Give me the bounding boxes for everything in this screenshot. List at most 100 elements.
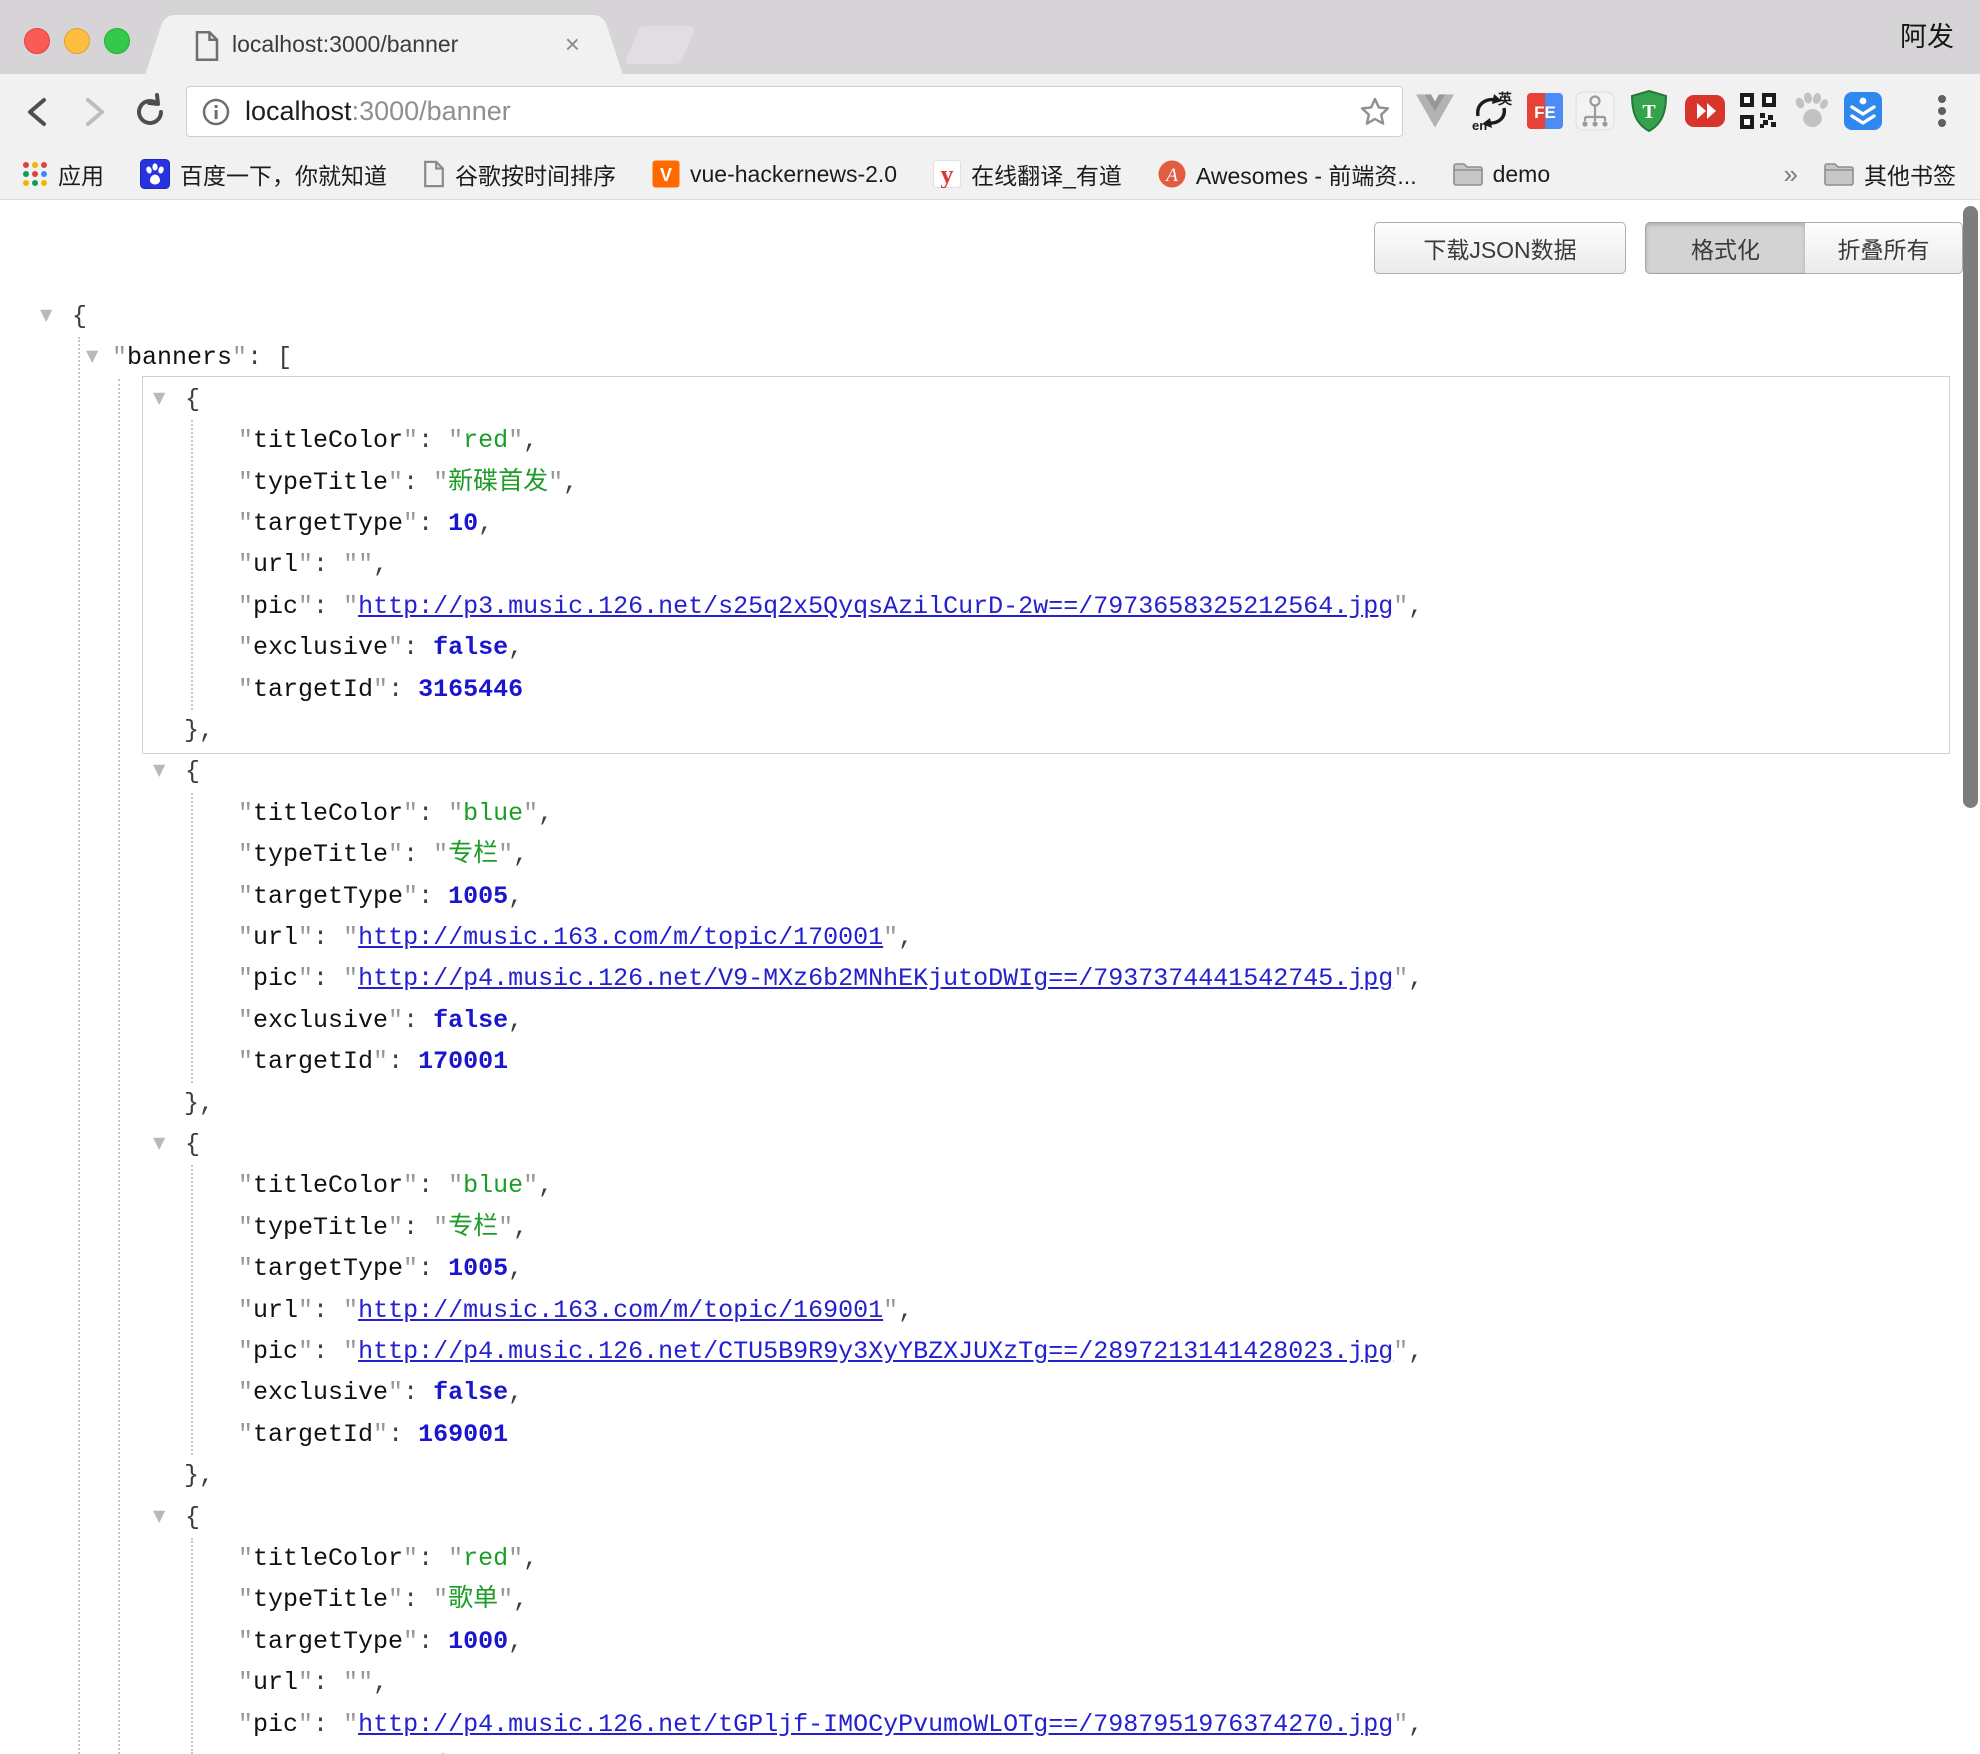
json-token: : (403, 633, 433, 662)
json-token: " (343, 1337, 358, 1366)
org-chart-icon[interactable] (1572, 88, 1618, 134)
json-token: { (185, 1503, 200, 1532)
json-value-string: red (463, 1544, 508, 1573)
bookmark-apps[interactable]: 应用 (22, 157, 104, 191)
json-key: typeTitle (253, 1213, 388, 1242)
json-value-bool: false (433, 1378, 508, 1407)
cloud-note-icon[interactable] (1840, 88, 1886, 134)
json-token: " (433, 840, 448, 869)
json-key: exclusive (253, 633, 388, 662)
json-token: : (313, 1710, 343, 1739)
json-link[interactable]: http://p3.music.126.net/s25q2x5QyqsAzilC… (358, 592, 1393, 621)
bookmark-awesomes[interactable]: A Awesomes - 前端资... (1158, 157, 1417, 191)
collapse-triangle-icon[interactable]: ▼ (153, 1495, 165, 1536)
json-link[interactable]: http://p4.music.126.net/V9-MXz6b2MNhEKju… (358, 964, 1393, 993)
json-token: , (513, 1213, 528, 1242)
bookmark-demo-folder[interactable]: demo (1453, 161, 1551, 188)
json-value-string: 歌单 (448, 1585, 498, 1614)
bookmark-star-icon[interactable] (1358, 95, 1392, 134)
json-token: { (185, 1130, 200, 1159)
json-link[interactable]: http://p4.music.126.net/tGPljf-IMOCyPvum… (358, 1710, 1393, 1739)
json-token: " (112, 343, 127, 372)
collapse-triangle-icon[interactable]: ▼ (153, 377, 165, 418)
json-link[interactable]: http://music.163.com/m/topic/170001 (358, 923, 883, 952)
collapse-triangle-icon[interactable]: ▼ (40, 294, 52, 335)
json-token: : (418, 1171, 448, 1200)
json-key: pic (253, 1337, 298, 1366)
json-value-string: 专栏 (448, 840, 498, 869)
video-downloader-icon[interactable] (1682, 88, 1728, 134)
forward-icon[interactable] (74, 92, 114, 132)
json-token: " (358, 1668, 373, 1697)
fullscreen-window-button[interactable] (104, 28, 130, 54)
minimize-window-button[interactable] (64, 28, 90, 54)
json-row: ▼{ (185, 1124, 200, 1165)
page-info-icon[interactable] (201, 97, 231, 132)
json-value-number: 3165446 (418, 675, 523, 704)
browser-menu-icon[interactable] (1922, 88, 1962, 134)
url-text: localhost:3000/banner (245, 87, 511, 136)
reload-icon[interactable] (130, 92, 170, 132)
back-icon[interactable] (18, 92, 58, 132)
bookmark-label: 谷歌按时间排序 (455, 157, 616, 191)
paw-icon[interactable] (1788, 88, 1834, 134)
json-row: ▼{ (185, 751, 200, 792)
json-token: , (508, 1627, 523, 1656)
json-token: " (403, 1171, 418, 1200)
tree-guide-line (191, 420, 193, 710)
fe-icon[interactable]: FE (1522, 88, 1568, 134)
json-row: ▼{ (185, 379, 200, 420)
json-row: "url": "http://music.163.com/m/topic/169… (238, 1290, 913, 1331)
new-tab-button[interactable] (624, 26, 695, 64)
youdao-letter: y (941, 160, 954, 188)
json-row: "targetId": 170001 (238, 1041, 508, 1082)
translate-icon[interactable]: 英 en (1468, 88, 1514, 134)
other-bookmarks-folder[interactable]: 其他书签 (1824, 157, 1956, 191)
url-path: :3000/banner (352, 96, 511, 126)
vue-devtools-icon[interactable] (1412, 88, 1458, 134)
scrollbar-thumb[interactable] (1963, 206, 1978, 808)
json-token: : (313, 550, 343, 579)
tree-guide-line (118, 379, 120, 1754)
collapse-triangle-icon[interactable]: ▼ (153, 749, 165, 790)
json-token: " (238, 1254, 253, 1283)
bookmarks-overflow-chevron[interactable]: » (1784, 159, 1798, 190)
collapse-triangle-icon[interactable]: ▼ (86, 335, 98, 376)
json-token: : (418, 1627, 448, 1656)
bookmark-vue-hackernews[interactable]: V vue-hackernews-2.0 (652, 160, 897, 188)
json-token: " (238, 1544, 253, 1573)
json-token: " (1393, 592, 1408, 621)
browser-tab[interactable]: localhost:3000/banner × (170, 15, 598, 74)
profile-name[interactable]: 阿发 (1900, 0, 1954, 74)
bookmark-google-sort[interactable]: 谷歌按时间排序 (423, 157, 616, 191)
bookmark-baidu[interactable]: 百度一下，你就知道 (140, 157, 387, 191)
json-token: " (388, 1585, 403, 1614)
collapse-triangle-icon[interactable]: ▼ (153, 1122, 165, 1163)
json-token: , (1408, 592, 1423, 621)
json-link[interactable]: http://music.163.com/m/topic/169001 (358, 1296, 883, 1325)
bookmark-label: Awesomes - 前端资... (1196, 157, 1417, 191)
json-key: targetType (253, 509, 403, 538)
json-token: { (72, 302, 87, 331)
close-window-button[interactable] (24, 28, 50, 54)
bookmark-youdao[interactable]: y 在线翻译_有道 (933, 157, 1122, 191)
json-token: " (508, 426, 523, 455)
json-token: : (418, 799, 448, 828)
json-token: : (247, 343, 277, 372)
json-link[interactable]: http://p4.music.126.net/CTU5B9R9y3XyYBZX… (358, 1337, 1393, 1366)
json-token: , (373, 550, 388, 579)
shield-icon[interactable]: T (1626, 88, 1672, 134)
json-token: " (238, 550, 253, 579)
translate-letter-bottom: en (1472, 118, 1487, 132)
json-token: " (358, 550, 373, 579)
url-bar[interactable]: localhost:3000/banner (186, 86, 1403, 137)
qr-code-icon[interactable] (1735, 88, 1781, 134)
json-token: , (513, 1585, 528, 1614)
json-row: "titleColor": "blue", (238, 793, 553, 834)
tab-close-icon[interactable]: × (565, 15, 580, 74)
vue-v-icon: V (652, 160, 680, 188)
json-token: : (388, 675, 418, 704)
json-token: " (238, 1213, 253, 1242)
fe-letters: FE (1534, 103, 1556, 122)
json-token: " (238, 1668, 253, 1697)
